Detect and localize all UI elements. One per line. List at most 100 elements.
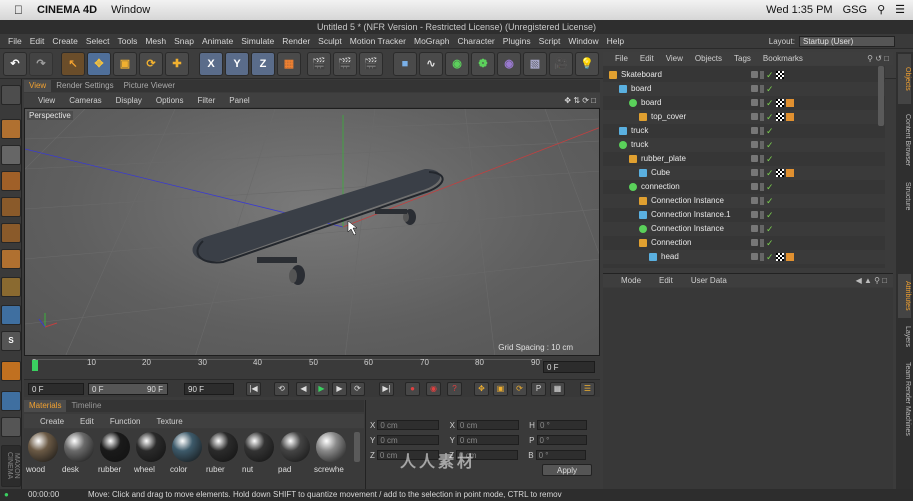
menu-mesh[interactable]: Mesh	[145, 36, 166, 46]
x-axis-icon[interactable]: X	[199, 52, 223, 76]
floor-plane-icon[interactable]	[1, 391, 21, 411]
tab-timeline[interactable]: Timeline	[66, 400, 106, 412]
mat-menu-edit[interactable]: Edit	[80, 417, 94, 426]
menu-snap[interactable]: Snap	[174, 36, 194, 46]
menu-sculpt[interactable]: Sculpt	[318, 36, 342, 46]
enabled-check-icon[interactable]: ✓	[766, 96, 774, 110]
enabled-check-icon[interactable]: ✓	[766, 138, 774, 152]
layer-dots-icon[interactable]	[760, 225, 764, 233]
vp-menu-options[interactable]: Options	[156, 96, 184, 105]
enabled-check-icon[interactable]: ✓	[766, 82, 774, 96]
make-editable-icon[interactable]	[1, 85, 21, 105]
preview-range-slider[interactable]: 0 F 90 F	[88, 383, 168, 395]
enabled-check-icon[interactable]: ✓	[766, 250, 774, 264]
attr-menu-user-data[interactable]: User Data	[691, 276, 727, 285]
visibility-icon[interactable]	[751, 183, 758, 190]
menu-tools[interactable]: Tools	[118, 36, 138, 46]
viewport-nav-icons[interactable]: ✥ ⇅ ⟳ □	[564, 96, 596, 105]
subdivision-icon[interactable]: ◉	[445, 52, 469, 76]
menu-window[interactable]: Window	[568, 36, 598, 46]
menu-mograph[interactable]: MoGraph	[414, 36, 449, 46]
tag-icon[interactable]	[776, 253, 784, 261]
enabled-check-icon[interactable]: ✓	[766, 124, 774, 138]
tag-icon[interactable]	[786, 253, 794, 261]
visibility-icon[interactable]	[751, 169, 758, 176]
object-row[interactable]: truck ✓	[603, 138, 885, 152]
search-icon[interactable]: ⚲	[877, 3, 885, 16]
key-param-icon[interactable]: P	[531, 382, 546, 396]
tag-icon[interactable]	[786, 169, 794, 177]
y-axis-icon[interactable]: Y	[225, 52, 249, 76]
om-menu-view[interactable]: View	[666, 54, 683, 63]
lock-workplane-icon[interactable]	[1, 417, 21, 437]
start-frame-field[interactable]: 0 F	[28, 383, 84, 395]
array-icon[interactable]: ❁	[471, 52, 495, 76]
playhead[interactable]	[32, 360, 38, 371]
material-item[interactable]: screwhe	[314, 432, 348, 474]
tag-icon[interactable]	[776, 71, 784, 79]
visibility-icon[interactable]	[751, 71, 758, 78]
enabled-check-icon[interactable]: ✓	[766, 180, 774, 194]
tab-attributes[interactable]: Attributes	[898, 274, 911, 318]
rotation-h-field[interactable]: 0 °	[536, 420, 587, 430]
light-icon[interactable]: 💡	[575, 52, 599, 76]
layer-dots-icon[interactable]	[760, 183, 764, 191]
attr-nav-icons[interactable]: ◀ ▲ ⚲ □	[856, 276, 887, 285]
key-scale-icon[interactable]: ▣	[493, 382, 508, 396]
om-menu-edit[interactable]: Edit	[640, 54, 654, 63]
vp-menu-display[interactable]: Display	[116, 96, 142, 105]
menu-simulate[interactable]: Simulate	[241, 36, 274, 46]
mat-menu-create[interactable]: Create	[40, 417, 64, 426]
layer-dots-icon[interactable]	[760, 113, 764, 121]
object-row[interactable]: Connection ✓	[603, 236, 885, 250]
tag-icon[interactable]	[776, 99, 784, 107]
size-y-field[interactable]: 0 cm	[456, 435, 519, 445]
deformer-icon[interactable]: ◉	[497, 52, 521, 76]
vp-menu-cameras[interactable]: Cameras	[69, 96, 101, 105]
live-selection-icon[interactable]: ↖	[61, 52, 85, 76]
material-scrollbar[interactable]	[354, 432, 360, 462]
enabled-check-icon[interactable]: ✓	[766, 236, 774, 250]
layer-dots-icon[interactable]	[760, 99, 764, 107]
om-menu-objects[interactable]: Objects	[695, 54, 722, 63]
material-item[interactable]: rubber	[98, 432, 132, 474]
model-mode-icon[interactable]	[1, 119, 21, 139]
workplane-mode-icon[interactable]	[1, 171, 21, 191]
layer-dots-icon[interactable]	[760, 141, 764, 149]
object-row[interactable]: connection ✓	[603, 180, 885, 194]
object-row[interactable]: Skateboard ✓	[603, 68, 885, 82]
render-picture-viewer-icon[interactable]: 🎬	[333, 52, 357, 76]
om-menu-bookmarks[interactable]: Bookmarks	[763, 54, 803, 63]
keyframe-selection-icon[interactable]: ?	[447, 382, 462, 396]
key-position-icon[interactable]: ✥	[474, 382, 489, 396]
texture-mode-icon[interactable]	[1, 145, 21, 165]
tag-icon[interactable]	[786, 113, 794, 121]
material-item[interactable]: color	[170, 432, 204, 474]
cube-icon[interactable]: ■	[393, 52, 417, 76]
material-item[interactable]: pad	[278, 432, 312, 474]
undo-icon[interactable]: ↶	[3, 52, 27, 76]
render-view-icon[interactable]: 🎬	[307, 52, 331, 76]
prev-key-icon[interactable]: ⟲	[274, 382, 289, 396]
layer-dots-icon[interactable]	[760, 197, 764, 205]
object-row[interactable]: board ✓	[603, 96, 885, 110]
visibility-icon[interactable]	[751, 141, 758, 148]
visibility-icon[interactable]	[751, 113, 758, 120]
position-y-field[interactable]: 0 cm	[377, 435, 440, 445]
visibility-icon[interactable]	[751, 211, 758, 218]
next-frame-icon[interactable]: ▶	[332, 382, 347, 396]
list-icon[interactable]: ☰	[895, 3, 905, 16]
menu-edit[interactable]: Edit	[30, 36, 45, 46]
rotation-b-field[interactable]: 0 °	[535, 450, 586, 460]
points-mode-icon[interactable]	[1, 197, 21, 217]
layer-dots-icon[interactable]	[760, 155, 764, 163]
current-frame-field[interactable]: 0 F	[543, 361, 595, 373]
object-row[interactable]: top_cover ✓	[603, 110, 885, 124]
visibility-icon[interactable]	[751, 155, 758, 162]
vp-menu-view[interactable]: View	[38, 96, 55, 105]
object-row[interactable]: Cube ✓	[603, 166, 885, 180]
size-x-field[interactable]: 0 cm	[456, 420, 519, 430]
key-rotation-icon[interactable]: ⟳	[512, 382, 527, 396]
apple-icon[interactable]: 	[14, 3, 23, 17]
menu-create[interactable]: Create	[52, 36, 78, 46]
